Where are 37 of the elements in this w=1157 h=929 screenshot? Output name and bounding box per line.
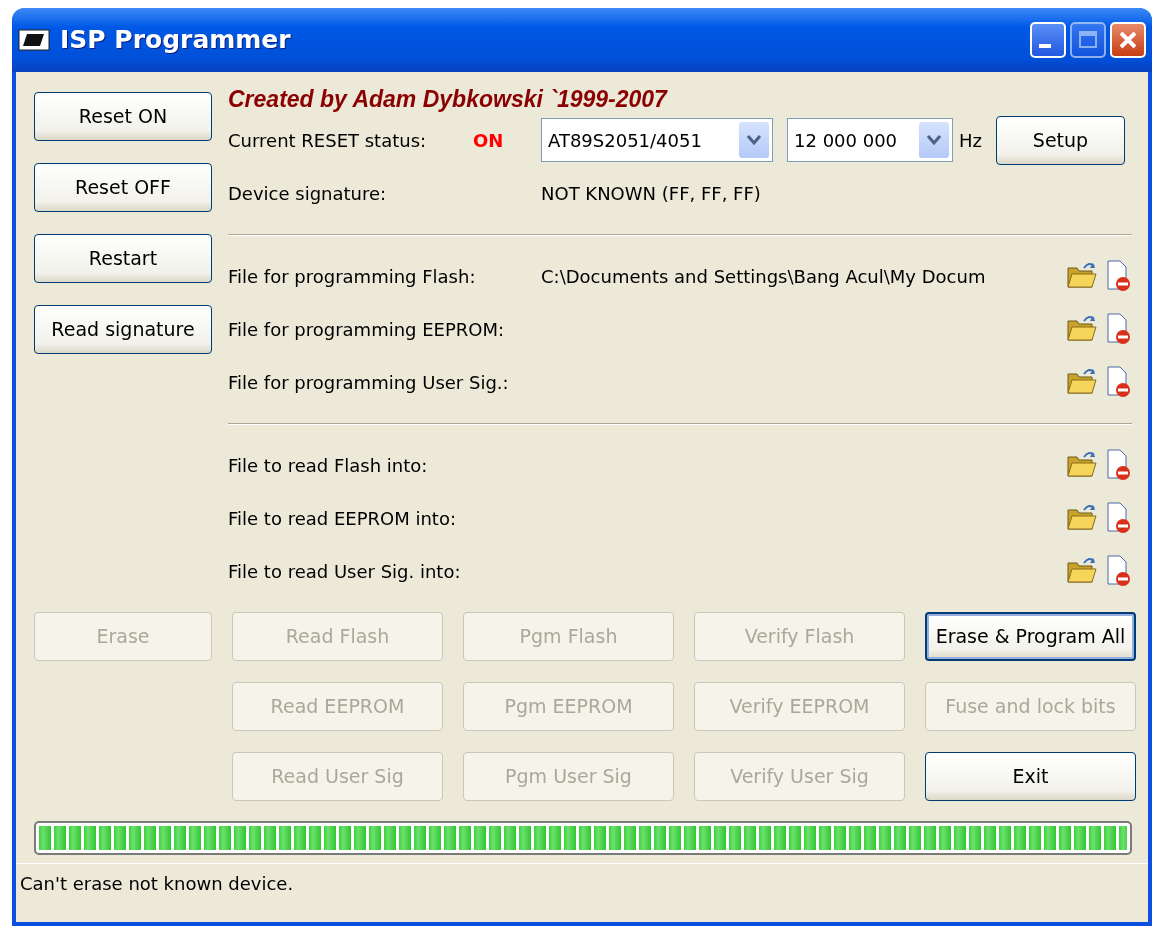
minimize-button[interactable] (1030, 22, 1066, 58)
side-button[interactable]: Reset OFF (34, 163, 212, 212)
file-label: File for programming EEPROM: (228, 317, 506, 342)
file-path: C:\Documents and Settings\Bang Acul\My Docum (541, 264, 986, 289)
clear-file-icon[interactable] (1106, 366, 1132, 399)
clear-file-icon[interactable] (1106, 555, 1132, 588)
signature-label: Device signature: (228, 181, 388, 206)
setup-button[interactable]: Setup (996, 115, 1125, 165)
clear-file-icon[interactable] (1106, 502, 1132, 535)
action-button[interactable]: Exit (925, 751, 1136, 801)
maximize-button[interactable] (1070, 22, 1106, 58)
close-icon (1118, 30, 1138, 50)
frequency-dropdown[interactable]: 12 000 000 (787, 118, 953, 163)
file-label: File to read EEPROM into: (228, 506, 457, 531)
device-dropdown[interactable]: AT89S2051/4051 (541, 118, 773, 163)
reset-status-value: ON (473, 128, 505, 153)
clear-file-icon[interactable] (1106, 260, 1132, 293)
action-button[interactable]: Erase & Program All (925, 611, 1136, 661)
file-label: File for programming Flash: (228, 264, 477, 289)
status-text: Can't erase not known device. (20, 872, 294, 894)
close-button[interactable] (1110, 22, 1146, 58)
side-button[interactable]: Restart (34, 234, 212, 283)
window-title: ISP Programmer (60, 24, 291, 57)
file-label: File for programming User Sig.: (228, 370, 510, 395)
clear-file-icon[interactable] (1106, 313, 1132, 346)
unit-label: Hz (959, 128, 982, 153)
file-label: File to read User Sig. into: (228, 559, 462, 584)
file-label: File to read Flash into: (228, 453, 429, 478)
reset-status-label: Current RESET status: (228, 128, 428, 153)
credit-text: Created by Adam Dybkowski `1999-2007 (228, 86, 669, 114)
maximize-icon (1078, 30, 1098, 50)
side-button[interactable]: Reset ON (34, 92, 212, 141)
side-button[interactable]: Read signature (34, 305, 212, 354)
minimize-icon (1039, 44, 1051, 48)
app-icon (18, 29, 50, 51)
signature-value: NOT KNOWN (FF, FF, FF) (541, 181, 761, 206)
clear-file-icon[interactable] (1106, 449, 1132, 482)
